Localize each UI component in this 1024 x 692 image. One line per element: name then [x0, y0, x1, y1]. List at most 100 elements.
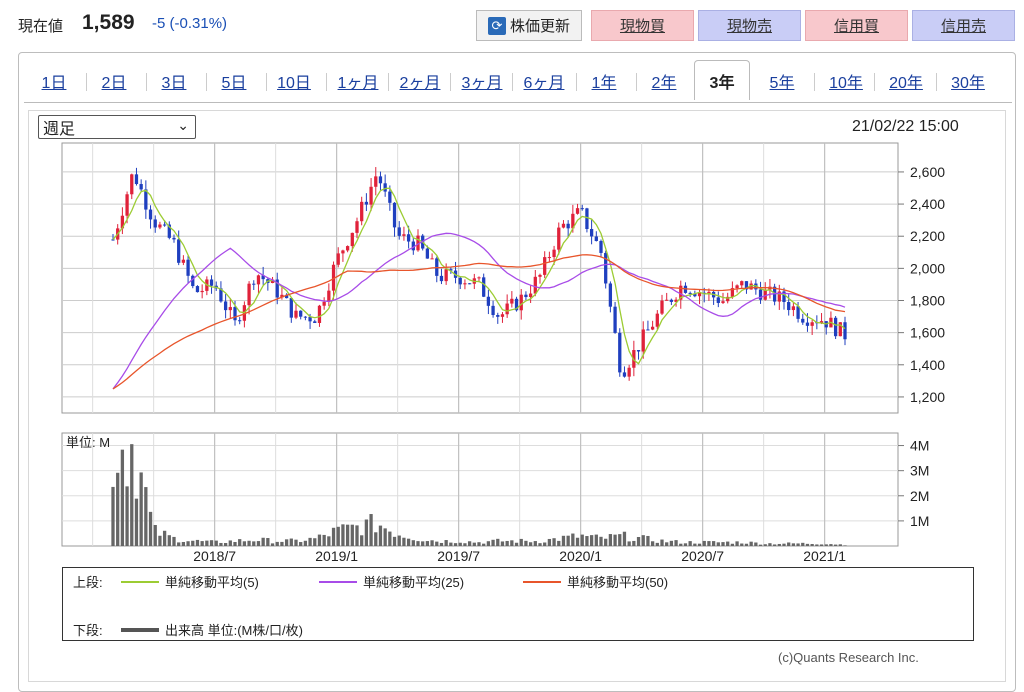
candle-body [289, 298, 293, 318]
volume-bar [665, 542, 669, 546]
candle-body [787, 302, 791, 311]
volume-bar [233, 542, 237, 546]
volume-bar [758, 544, 763, 546]
volume-bar [322, 534, 326, 546]
candle-body [153, 219, 157, 228]
candle-body [402, 234, 406, 236]
volume-bar [589, 535, 594, 546]
candle-body [575, 208, 580, 214]
volume-bar [144, 487, 148, 546]
volume-bar [261, 537, 265, 546]
candle-body [543, 257, 547, 275]
candle-body [397, 227, 401, 236]
volume-bar [561, 535, 566, 546]
candle-body [139, 184, 143, 190]
volume-bar [669, 540, 674, 546]
volume-bar [139, 472, 143, 546]
volume-bar [453, 543, 458, 546]
volume-bar [402, 537, 406, 546]
volume-bar [519, 538, 523, 546]
volume-bar [730, 543, 735, 546]
volume-bar [186, 541, 190, 546]
candle-body [763, 289, 767, 300]
candle-body [561, 223, 566, 228]
volume-bar [482, 543, 486, 546]
volume-bar [763, 544, 767, 546]
candle-body [557, 227, 561, 250]
candle-body [735, 285, 739, 289]
candle-body [364, 201, 369, 205]
volume-tick-label: 3M [910, 463, 929, 479]
candle-body [627, 367, 631, 377]
price-tick-label: 1,200 [910, 389, 945, 405]
volume-bar [613, 534, 617, 546]
volume-bar [716, 542, 720, 546]
volume-bar [585, 536, 589, 546]
volume-bar [134, 498, 139, 546]
volume-bar [162, 530, 167, 546]
volume-bar [843, 545, 847, 546]
volume-bar [618, 534, 622, 546]
volume-bar [646, 535, 650, 546]
volume-bar [838, 544, 842, 546]
candle-body [500, 314, 505, 317]
volume-bar [191, 540, 195, 546]
volume-bar [181, 541, 186, 546]
candle-body [740, 281, 744, 286]
candle-body [313, 321, 317, 323]
x-tick-label: 2018/7 [193, 548, 236, 564]
volume-bar [383, 528, 387, 546]
volume-bar [388, 531, 392, 546]
volume-bar [467, 541, 472, 546]
volume-bar [355, 525, 359, 546]
volume-bar [768, 543, 772, 546]
candle-body [721, 301, 725, 303]
volume-bar [130, 444, 134, 546]
volume-bar [543, 542, 547, 546]
volume-bar [510, 540, 514, 546]
candle-body [177, 239, 181, 263]
volume-bar [500, 541, 505, 546]
volume-bar [111, 486, 115, 546]
x-tick-label: 2020/7 [681, 548, 724, 564]
candle-body [406, 234, 411, 242]
candle-body [533, 276, 537, 294]
volume-bar [350, 524, 354, 546]
candle-body [477, 277, 481, 279]
candle-body [378, 176, 383, 184]
candle-body [716, 297, 720, 303]
volume-bar [125, 486, 129, 546]
candle-body [636, 350, 641, 352]
candle-body [172, 237, 176, 240]
x-tick-label: 2021/1 [803, 548, 846, 564]
candle-body [299, 310, 303, 317]
volume-bar [167, 535, 171, 546]
candle-body [303, 316, 308, 318]
volume-bar [299, 542, 303, 546]
candle-body [350, 232, 354, 247]
volume-bar [801, 542, 805, 546]
volume-bar [547, 538, 552, 546]
candle-body [374, 176, 378, 187]
volume-bar [627, 541, 631, 546]
price-tick-label: 1,400 [910, 357, 945, 373]
candle-body [594, 236, 598, 241]
candle-body [688, 292, 692, 294]
candle-body [608, 283, 613, 307]
volume-bar [491, 539, 495, 546]
volume-bar [528, 542, 533, 546]
candle-body [801, 318, 805, 323]
candle-body [524, 294, 528, 298]
volume-bar [397, 535, 401, 546]
legend-volume: 出来高 単位:(M株/口/枚) [121, 620, 303, 639]
volume-bar [266, 538, 270, 546]
volume-bar [599, 536, 603, 546]
volume-bar [270, 543, 275, 546]
candle-body [599, 240, 603, 253]
candle-body [195, 286, 200, 293]
volume-bar [378, 525, 383, 546]
volume-tick-label: 1M [910, 513, 929, 529]
volume-bar [594, 534, 598, 546]
volume-bar [650, 541, 655, 546]
volume-bar [214, 540, 218, 546]
